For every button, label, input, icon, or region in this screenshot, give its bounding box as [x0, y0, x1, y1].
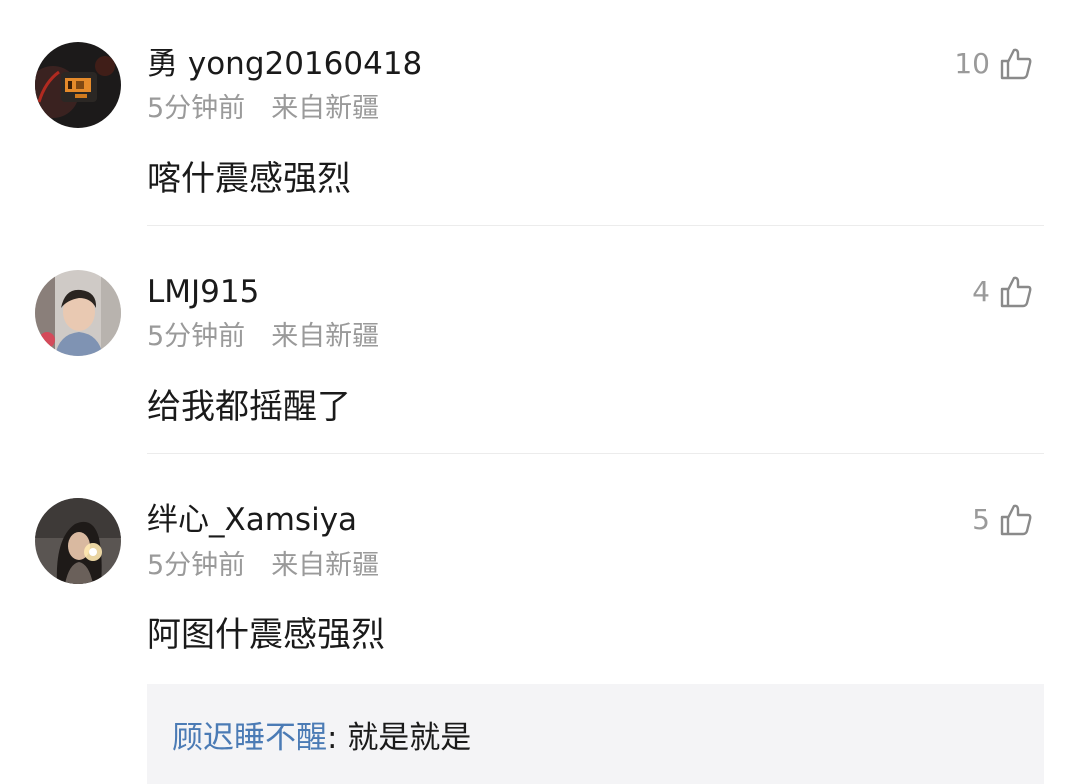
- thumbs-up-icon[interactable]: [998, 274, 1034, 310]
- comment-text: 阿图什震感强烈: [147, 615, 385, 655]
- comment-meta: 5分钟前 来自新疆: [147, 91, 379, 127]
- comment-meta: 5分钟前 来自新疆: [147, 319, 379, 355]
- comment-meta: 5分钟前 来自新疆: [147, 548, 379, 584]
- avatar[interactable]: [35, 42, 121, 128]
- avatar[interactable]: [35, 498, 121, 584]
- location: 来自新疆: [271, 550, 380, 581]
- comment-text: 喀什震感强烈: [147, 159, 351, 199]
- timestamp: 5分钟前: [147, 321, 246, 352]
- like-button[interactable]: 5: [972, 500, 1034, 540]
- like-count: 4: [972, 275, 990, 308]
- username[interactable]: 勇 yong20160418: [147, 44, 422, 84]
- reply-username[interactable]: 顾迟睡不醒: [172, 720, 327, 756]
- thumbs-up-icon[interactable]: [998, 46, 1034, 82]
- like-button[interactable]: 10: [954, 44, 1034, 84]
- reply-text-line: 顾迟睡不醒: 就是就是: [172, 718, 471, 758]
- like-button[interactable]: 4: [972, 272, 1034, 312]
- reply-separator: :: [327, 720, 348, 756]
- divider: [147, 453, 1044, 454]
- divider: [147, 225, 1044, 226]
- thumbs-up-icon[interactable]: [998, 502, 1034, 538]
- timestamp: 5分钟前: [147, 93, 246, 124]
- timestamp: 5分钟前: [147, 550, 246, 581]
- sparkler-girl-avatar-icon: [35, 498, 121, 584]
- avatar[interactable]: [35, 270, 121, 356]
- location: 来自新疆: [271, 93, 380, 124]
- like-count: 5: [972, 503, 990, 536]
- comment-text: 给我都摇醒了: [147, 387, 351, 427]
- reply-preview[interactable]: 顾迟睡不醒: 就是就是: [147, 684, 1044, 784]
- username[interactable]: LMJ915: [147, 272, 259, 312]
- young-man-avatar-icon: [35, 270, 121, 356]
- location: 来自新疆: [271, 321, 380, 352]
- username[interactable]: 绊心_Xamsiya: [147, 500, 357, 540]
- like-count: 10: [954, 47, 990, 80]
- dashboard-avatar-icon: [35, 42, 121, 128]
- reply-content: 就是就是: [347, 720, 472, 756]
